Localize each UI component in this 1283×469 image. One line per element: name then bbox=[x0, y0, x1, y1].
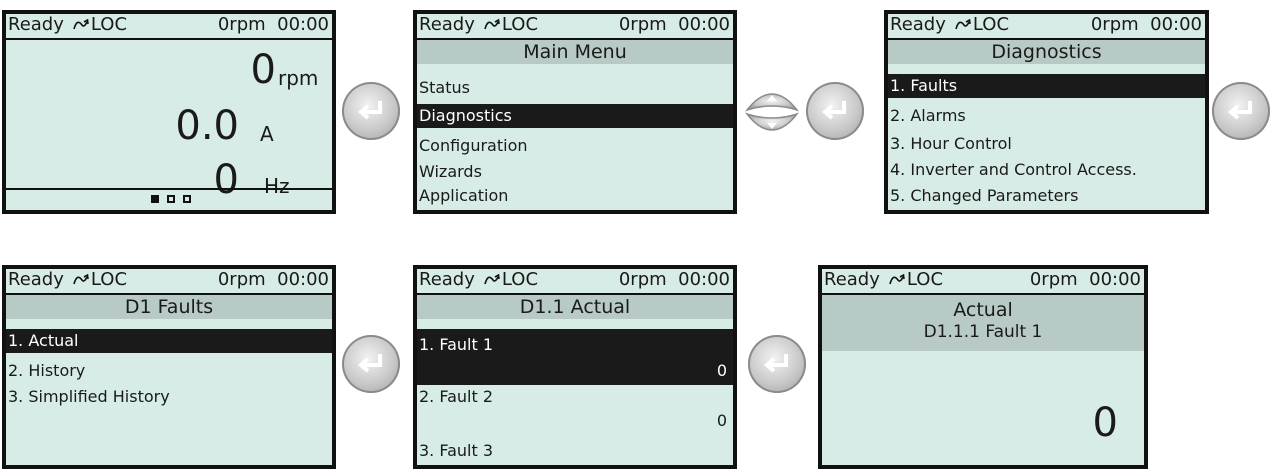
menu-title: Main Menu bbox=[417, 40, 733, 64]
menu-item-configuration[interactable]: Configuration bbox=[417, 136, 733, 156]
fault-name: 1. Fault 1 bbox=[419, 335, 494, 354]
status-speed: 0rpm bbox=[217, 14, 266, 35]
menu-item-application[interactable]: Application bbox=[417, 186, 733, 206]
status-mode: LOC bbox=[972, 14, 1010, 35]
status-ready: Ready bbox=[824, 269, 880, 290]
diagnostics-screen: Ready LOC 0rpm 00:00 Diagnostics 1. Fault… bbox=[884, 10, 1209, 214]
d11-actual-screen: Ready LOC 0rpm 00:00 D1.1 Actual 1. Fault… bbox=[413, 265, 737, 469]
status-mode: LOC bbox=[90, 269, 128, 290]
current-unit: A bbox=[260, 122, 274, 146]
monitor-current-line: 0.0 bbox=[175, 106, 239, 146]
menu-item-hour-control[interactable]: 3. Hour Control bbox=[888, 134, 1205, 154]
enter-button[interactable] bbox=[342, 335, 400, 393]
status-mode: LOC bbox=[906, 269, 944, 290]
menu-item-alarms[interactable]: 2. Alarms bbox=[888, 106, 1205, 126]
rotation-arrow-icon bbox=[484, 273, 500, 285]
status-bar: Ready LOC 0rpm 00:00 bbox=[822, 269, 1144, 295]
detail-title-line1: Actual bbox=[953, 299, 1013, 321]
status-ready: Ready bbox=[419, 14, 475, 35]
menu-title: D1 Faults bbox=[6, 295, 332, 319]
fault-value-large: 0 bbox=[1092, 400, 1118, 446]
up-down-arrows-icon bbox=[744, 93, 800, 131]
enter-key-icon bbox=[1227, 101, 1252, 120]
status-bar: Ready LOC 0rpm 00:00 bbox=[417, 269, 733, 295]
status-ready: Ready bbox=[8, 269, 64, 290]
status-time: 00:00 bbox=[678, 269, 730, 290]
d1-faults-screen: Ready LOC 0rpm 00:00 D1 Faults 1. Actual … bbox=[2, 265, 336, 469]
rotation-arrow-icon bbox=[889, 273, 905, 285]
page-dot-active bbox=[151, 195, 159, 203]
status-bar: Ready LOC 0rpm 00:00 bbox=[417, 14, 733, 40]
status-time: 00:00 bbox=[277, 14, 329, 35]
fault-row[interactable]: 2. Fault 2 0 bbox=[417, 387, 733, 439]
enter-button[interactable] bbox=[748, 335, 806, 393]
enter-button[interactable] bbox=[806, 82, 864, 140]
menu-item-inverter-control-access[interactable]: 4. Inverter and Control Access. bbox=[888, 160, 1205, 180]
status-bar: Ready LOC 0rpm 00:00 bbox=[6, 14, 332, 40]
detail-title: Actual D1.1.1 Fault 1 bbox=[822, 295, 1144, 351]
speed-value: 0 bbox=[250, 47, 276, 93]
status-mode: LOC bbox=[501, 269, 539, 290]
status-time: 00:00 bbox=[678, 14, 730, 35]
menu-item-diagnostics[interactable]: Diagnostics bbox=[417, 104, 733, 128]
enter-key-icon bbox=[357, 354, 382, 373]
menu-item-faults[interactable]: 1. Faults bbox=[888, 74, 1205, 98]
enter-key-icon bbox=[357, 101, 382, 120]
menu-item-simplified-history[interactable]: 3. Simplified History bbox=[6, 387, 332, 407]
status-speed: 0rpm bbox=[1029, 269, 1078, 290]
fault-name: 2. Fault 2 bbox=[419, 387, 494, 406]
page-dot bbox=[167, 195, 175, 203]
menu-title: Diagnostics bbox=[888, 40, 1205, 64]
status-speed: 0rpm bbox=[217, 269, 266, 290]
status-ready: Ready bbox=[890, 14, 946, 35]
fault-detail-screen: Ready LOC 0rpm 00:00 Actual D1.1.1 Fault … bbox=[818, 265, 1148, 469]
enter-button[interactable] bbox=[1212, 82, 1270, 140]
status-mode: LOC bbox=[501, 14, 539, 35]
page-dot bbox=[183, 195, 191, 203]
monitor-screen: Ready LOC 0rpm 00:00 0 rpm 0.0 A 0 Hz bbox=[2, 10, 336, 214]
status-speed: 0rpm bbox=[618, 14, 667, 35]
fault-value: 0 bbox=[716, 411, 727, 430]
status-mode: LOC bbox=[90, 14, 128, 35]
rotation-arrow-icon bbox=[484, 18, 500, 30]
fault-row[interactable]: 3. Fault 3 bbox=[417, 439, 733, 465]
status-speed: 0rpm bbox=[1090, 14, 1139, 35]
rotation-arrow-icon bbox=[73, 18, 89, 30]
status-time: 00:00 bbox=[1150, 14, 1202, 35]
rotation-arrow-icon bbox=[955, 18, 971, 30]
speed-unit: rpm bbox=[278, 66, 319, 90]
up-down-button[interactable] bbox=[744, 82, 800, 142]
page-indicator bbox=[6, 188, 332, 210]
status-bar: Ready LOC 0rpm 00:00 bbox=[888, 14, 1205, 40]
current-value: 0.0 bbox=[175, 103, 239, 149]
menu-title: D1.1 Actual bbox=[417, 295, 733, 319]
status-ready: Ready bbox=[8, 14, 64, 35]
status-time: 00:00 bbox=[277, 269, 329, 290]
status-bar: Ready LOC 0rpm 00:00 bbox=[6, 269, 332, 295]
enter-key-icon bbox=[763, 354, 788, 373]
menu-item-actual[interactable]: 1. Actual bbox=[6, 329, 332, 353]
enter-button[interactable] bbox=[342, 82, 400, 140]
fault-name: 3. Fault 3 bbox=[419, 441, 494, 460]
enter-key-icon bbox=[821, 101, 846, 120]
status-ready: Ready bbox=[419, 269, 475, 290]
main-menu-screen: Ready LOC 0rpm 00:00 Main Menu Status Dia… bbox=[413, 10, 737, 214]
menu-item-wizards[interactable]: Wizards bbox=[417, 162, 733, 182]
fault-value: 0 bbox=[716, 361, 727, 380]
monitor-speed-line: 0 bbox=[251, 50, 276, 90]
menu-item-history[interactable]: 2. History bbox=[6, 361, 332, 381]
detail-title-line2: D1.1.1 Fault 1 bbox=[923, 322, 1043, 342]
menu-item-changed-parameters[interactable]: 5. Changed Parameters bbox=[888, 186, 1205, 206]
status-time: 00:00 bbox=[1089, 269, 1141, 290]
status-speed: 0rpm bbox=[618, 269, 667, 290]
fault-row[interactable]: 1. Fault 1 0 bbox=[417, 329, 733, 385]
menu-item-status[interactable]: Status bbox=[417, 78, 733, 98]
rotation-arrow-icon bbox=[73, 273, 89, 285]
